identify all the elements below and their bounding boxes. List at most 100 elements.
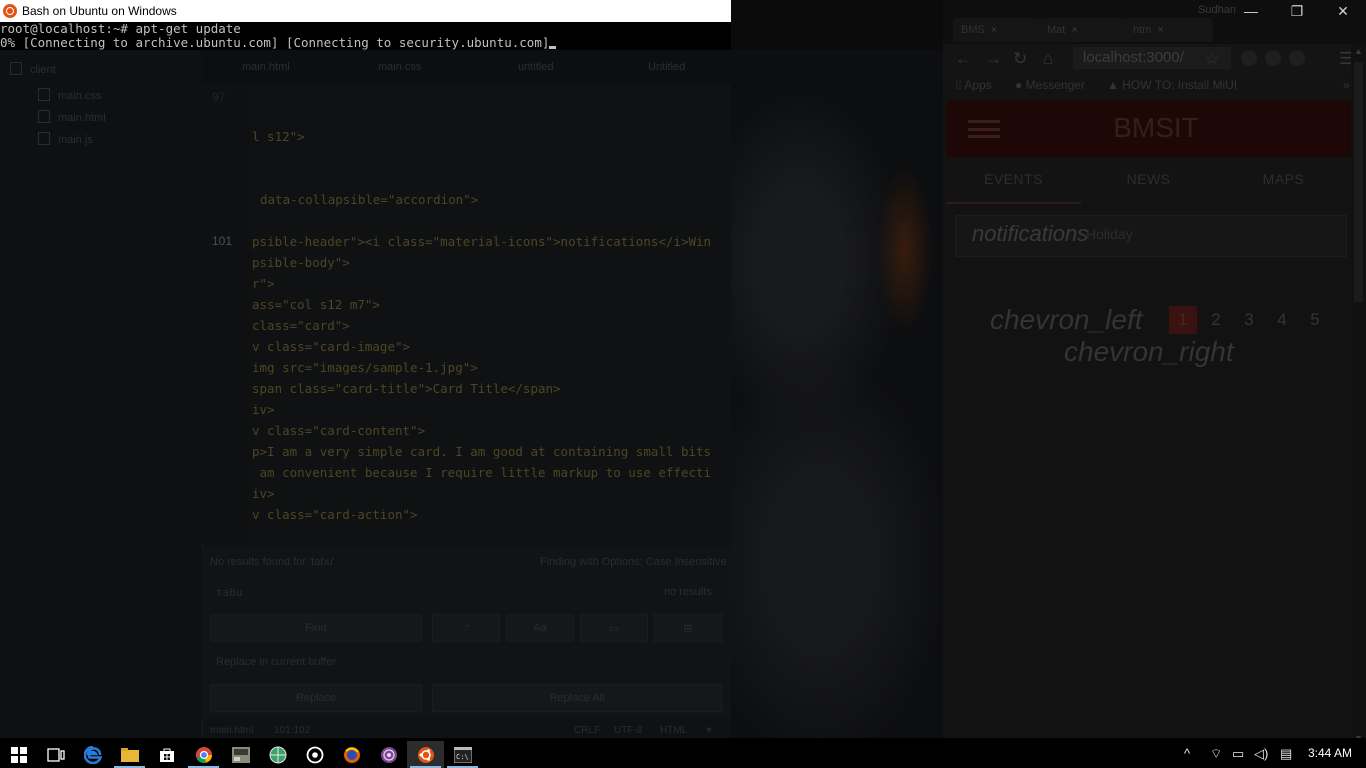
status-encoding[interactable]: UTF-8 [614, 725, 642, 736]
tor-icon[interactable] [370, 741, 407, 768]
collapsible-header[interactable]: Holiday notifications [955, 215, 1347, 257]
task-view-icon[interactable] [37, 741, 74, 768]
text-cursor [549, 46, 557, 49]
media-icon[interactable] [296, 741, 333, 768]
notifications-icon: notifications [972, 221, 1089, 246]
chrome-icon[interactable] [185, 741, 222, 768]
reload-icon[interactable]: ↻ [1013, 49, 1027, 69]
chevron-right-icon[interactable]: chevron_right [1064, 336, 1234, 368]
chrome-browser-window: BMS × Mat × htm × ← → ↻ ⌂ localhost:3000/ ☆… [943, 0, 1366, 745]
chevron-left-icon[interactable]: chevron_left [990, 304, 1143, 336]
bookmark-miui[interactable]: ▲ HOW TO: Install MiUI [1107, 78, 1237, 92]
tab-untitled-2[interactable]: Untitled [648, 61, 685, 73]
messenger-icon: ● [1015, 78, 1026, 92]
tab-close-icon[interactable]: × [1157, 24, 1163, 36]
extension-icon[interactable] [1289, 50, 1305, 66]
browser-tab-htm[interactable]: htm × [1125, 18, 1213, 42]
file-explorer-icon[interactable] [111, 741, 148, 768]
tray-chevron-up-icon[interactable]: ^ [1184, 746, 1190, 761]
line-number-gutter: 97 101 [202, 84, 250, 544]
tab-main-css[interactable]: main.css [378, 61, 421, 73]
whole-word-toggle-button[interactable]: ⊞ [654, 614, 722, 642]
skype-extension-icon[interactable] [1265, 50, 1281, 66]
volume-icon[interactable]: ◁) [1254, 746, 1268, 762]
tab-news[interactable]: NEWS [1081, 171, 1216, 187]
globe-app-icon[interactable] [259, 741, 296, 768]
tab-events[interactable]: EVENTS [946, 171, 1081, 187]
twitter-icon[interactable]: ♥ [706, 725, 712, 736]
bookmark-star-icon[interactable]: ☆ [1205, 49, 1219, 69]
case-toggle-button[interactable]: Aa [506, 614, 574, 642]
browser-scrollbar[interactable]: ▲ ▼ [1351, 44, 1366, 745]
terminal-output[interactable]: root@localhost:~# apt-get update 0% [Con… [0, 22, 731, 50]
replace-all-button[interactable]: Replace All [432, 684, 722, 712]
tab-close-icon[interactable]: × [991, 24, 997, 36]
status-file[interactable]: main.html [210, 725, 253, 736]
tree-file-main-css[interactable]: main.css [38, 88, 101, 102]
extension-icon[interactable] [1241, 50, 1257, 66]
selection-toggle-button[interactable]: ▭ [580, 614, 648, 642]
store-icon[interactable] [148, 741, 185, 768]
status-cursor[interactable]: 101:102 [274, 725, 310, 736]
file-icon [38, 132, 50, 145]
regex-toggle-button[interactable]: .* [432, 614, 500, 642]
code-line: p>I am a very simple card. I am good at … [252, 444, 712, 459]
page-3[interactable]: 3 [1235, 306, 1263, 334]
code-line: psible-body"> [252, 255, 350, 270]
forward-arrow-icon[interactable]: → [985, 49, 1002, 69]
window-title: Bash on Ubuntu on Windows [22, 4, 177, 18]
find-replace-panel: No results found for 'tabu' Finding with… [202, 548, 731, 718]
status-line-ending[interactable]: CRLF [574, 725, 600, 736]
line-number: 97 [212, 90, 226, 104]
ubuntu-logo-icon[interactable] [3, 4, 17, 18]
bookmark-apps[interactable]: ⁞⁞ Apps [955, 78, 992, 92]
bookmarks-overflow-icon[interactable]: » [1343, 78, 1350, 92]
browser-tab-bms[interactable]: BMS × [953, 18, 1041, 42]
scroll-up-arrow-icon[interactable]: ▲ [1354, 46, 1363, 56]
code-line: v class="card-action"> [252, 507, 418, 522]
pagination: chevron_left 1 2 3 4 5 chevron_right [946, 300, 1351, 380]
tab-maps[interactable]: MAPS [1216, 171, 1351, 187]
close-button[interactable]: ✕ [1320, 0, 1366, 22]
wifi-icon[interactable]: ⌔ [1210, 746, 1222, 762]
collapsible-label: Holiday [1086, 226, 1133, 242]
cmd-icon[interactable]: C:\ [444, 741, 481, 768]
replace-button[interactable]: Replace [210, 684, 422, 712]
edge-icon[interactable] [74, 741, 111, 768]
bookmark-messenger[interactable]: ● Messenger [1015, 78, 1085, 92]
status-grammar[interactable]: HTML [660, 725, 687, 736]
app-icon[interactable] [222, 741, 259, 768]
page-2[interactable]: 2 [1202, 306, 1230, 334]
scroll-thumb[interactable] [1354, 62, 1363, 302]
find-button[interactable]: Find [210, 614, 422, 642]
find-input[interactable]: tabu [216, 586, 243, 599]
browser-tab-mat[interactable]: Mat × [1039, 18, 1127, 42]
tab-main-html[interactable]: main.html [242, 61, 290, 73]
tab-untitled[interactable]: untitled [518, 61, 553, 73]
back-arrow-icon[interactable]: ← [955, 49, 972, 69]
page-1[interactable]: 1 [1169, 306, 1197, 334]
home-icon[interactable]: ⌂ [1043, 49, 1053, 69]
page-4[interactable]: 4 [1268, 306, 1296, 334]
apps-grid-icon: ⁞⁞ [955, 78, 965, 92]
restore-button[interactable]: ❐ [1274, 0, 1320, 22]
windows-start-icon[interactable] [0, 741, 37, 768]
code-line: r"> [252, 276, 275, 291]
taskbar-clock[interactable]: 3:44 AM [1308, 746, 1352, 760]
tab-close-icon[interactable]: × [1071, 24, 1077, 36]
replace-label: Replace in current buffer [216, 656, 337, 668]
tree-file-main-html[interactable]: main.html [38, 110, 106, 124]
code-line: psible-header"><i class="material-icons"… [252, 234, 712, 249]
bash-window[interactable]: Bash on Ubuntu on Windows root@localhost… [0, 0, 731, 50]
bash-title-bar[interactable]: Bash on Ubuntu on Windows [0, 0, 731, 22]
app-title[interactable]: BMSIT [946, 112, 1366, 144]
tree-folder-client[interactable]: client [10, 62, 56, 76]
page-5[interactable]: 5 [1301, 306, 1329, 334]
code-line: class="card"> [252, 318, 350, 333]
minimize-button[interactable]: — [1228, 0, 1274, 22]
firefox-icon[interactable] [333, 741, 370, 768]
ubuntu-bash-icon[interactable] [407, 741, 444, 768]
action-center-icon[interactable]: ▤ [1280, 746, 1292, 762]
tree-file-main-js[interactable]: main.js [38, 132, 93, 146]
battery-icon[interactable]: ▭ [1232, 746, 1244, 762]
